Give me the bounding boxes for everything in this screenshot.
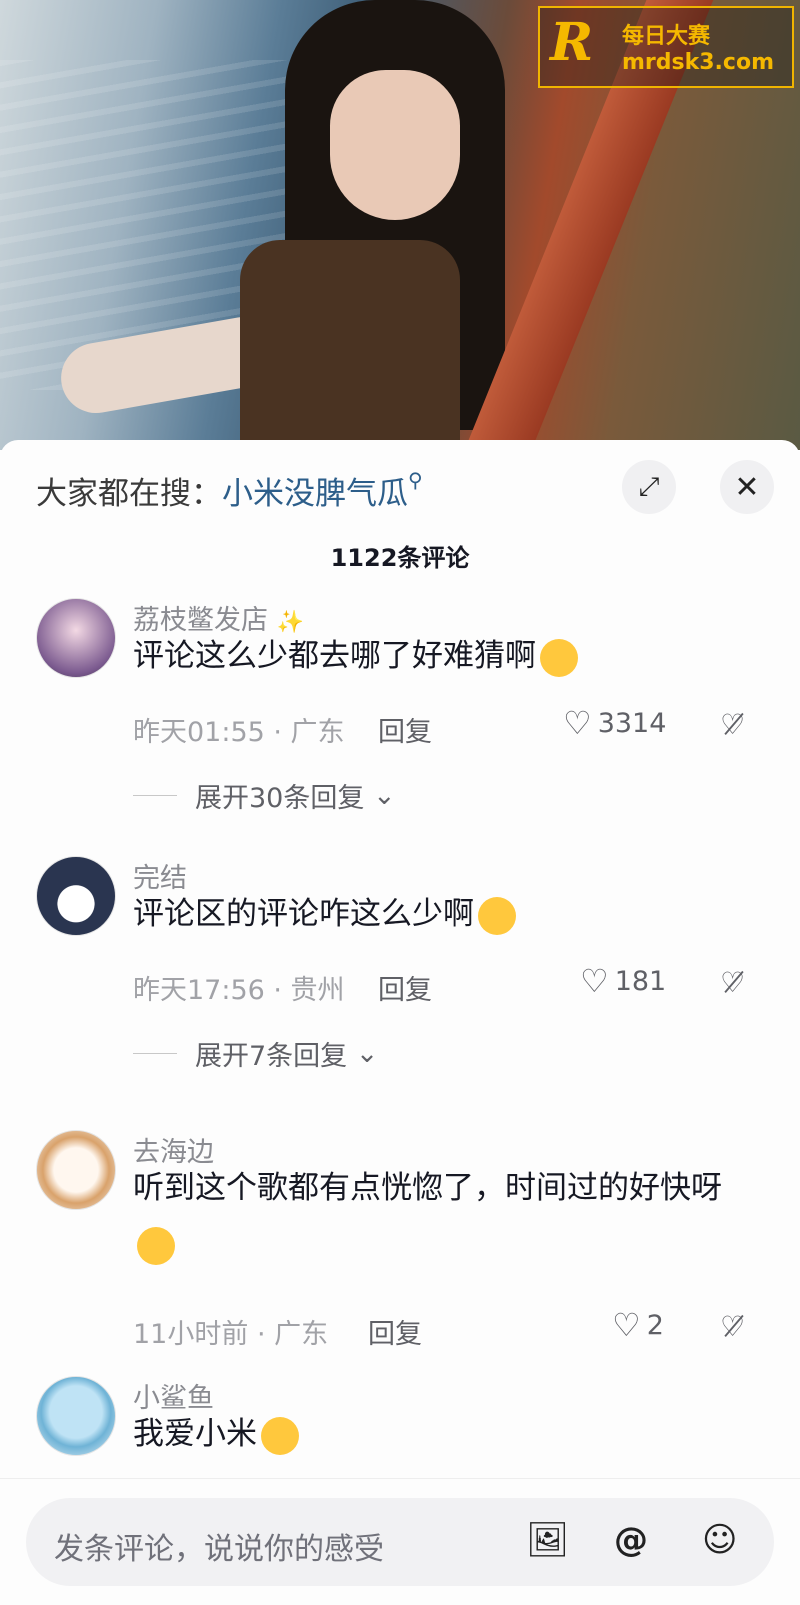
image-icon[interactable]: 🖼 bbox=[526, 1520, 569, 1560]
watermark-letter: R bbox=[550, 12, 594, 73]
comment-input[interactable]: 发条评论，说说你的感受 🖼 @ ☺ bbox=[26, 1498, 774, 1586]
dislike-icon[interactable]: ♡̸ bbox=[720, 966, 745, 999]
like-button[interactable]: ♡ 3314 bbox=[563, 704, 666, 742]
at-icon[interactable]: @ bbox=[614, 1520, 648, 1560]
chevron-down-icon: ⌄ bbox=[364, 780, 396, 811]
laughing-emoji-icon bbox=[540, 638, 578, 677]
search-term[interactable]: 小米没脾气瓜 bbox=[222, 476, 408, 512]
starry-eyes-emoji-icon bbox=[478, 896, 516, 935]
comment-count-title: 1122条评论 bbox=[330, 544, 470, 572]
teary-emoji-icon bbox=[137, 1226, 175, 1265]
like-button[interactable]: ♡ 181 bbox=[580, 962, 666, 1000]
watermark-logo: R 每日大赛 mrdsk3.com bbox=[538, 6, 794, 88]
comment-input-placeholder: 发条评论，说说你的感受 bbox=[54, 1532, 384, 1567]
close-icon[interactable]: ✕ bbox=[720, 460, 774, 514]
comment-time: 11小时前 · 广东 bbox=[133, 1319, 329, 1350]
chevron-down-icon: ⌄ bbox=[347, 1038, 379, 1069]
search-icon: ⚲ bbox=[408, 468, 423, 492]
reply-button[interactable]: 回复 bbox=[378, 710, 432, 749]
dislike-icon[interactable]: ♡̸ bbox=[720, 1310, 745, 1343]
divider bbox=[133, 795, 177, 796]
search-prefix: 大家都在搜： bbox=[36, 476, 222, 512]
comment-text: 评论区的评论咋这么少啊 bbox=[133, 886, 753, 942]
reply-button[interactable]: 回复 bbox=[368, 1312, 422, 1351]
video-figure-face bbox=[330, 70, 460, 220]
reply-button[interactable]: 回复 bbox=[378, 968, 432, 1007]
heart-icon: ♡ bbox=[612, 1306, 641, 1344]
comment-time: 昨天17:56 · 贵州 bbox=[133, 975, 345, 1006]
avatar[interactable] bbox=[36, 1130, 116, 1210]
comment-text: 我爱小米 bbox=[133, 1406, 753, 1462]
heart-icon: ♡ bbox=[580, 962, 609, 1000]
comment-text: 评论这么少都去哪了好难猜啊 bbox=[133, 628, 753, 684]
comment-text: 听到这个歌都有点恍惚了，时间过的好快呀 bbox=[133, 1160, 753, 1272]
expand-replies-button[interactable]: 展开30条回复 ⌄ bbox=[133, 776, 396, 815]
comment-panel: 大家都在搜：小米没脾气瓜⚲ ⤢ ✕ 1122条评论 荔枝鳖发店 ✨ 评论这么少都… bbox=[0, 440, 800, 1605]
dislike-icon[interactable]: ♡̸ bbox=[720, 708, 745, 741]
expand-replies-button[interactable]: 展开7条回复 ⌄ bbox=[133, 1034, 378, 1073]
watermark-text: 每日大赛 bbox=[622, 24, 711, 49]
avatar[interactable] bbox=[36, 856, 116, 936]
like-button[interactable]: ♡ 2 bbox=[612, 1306, 664, 1344]
video-area[interactable]: R 每日大赛 mrdsk3.com bbox=[0, 0, 800, 450]
starry-eyes-emoji-icon bbox=[261, 1416, 299, 1455]
heart-icon: ♡ bbox=[563, 704, 592, 742]
emoji-icon[interactable]: ☺ bbox=[702, 1520, 737, 1560]
video-figure-body bbox=[240, 240, 460, 450]
avatar[interactable] bbox=[36, 598, 116, 678]
divider bbox=[133, 1053, 177, 1054]
avatar[interactable] bbox=[36, 1376, 116, 1456]
search-suggestion[interactable]: 大家都在搜：小米没脾气瓜⚲ bbox=[36, 468, 423, 513]
watermark-url: mrdsk3.com bbox=[622, 50, 774, 75]
expand-icon[interactable]: ⤢ bbox=[622, 460, 676, 514]
comment-time: 昨天01:55 · 广东 bbox=[133, 717, 345, 748]
